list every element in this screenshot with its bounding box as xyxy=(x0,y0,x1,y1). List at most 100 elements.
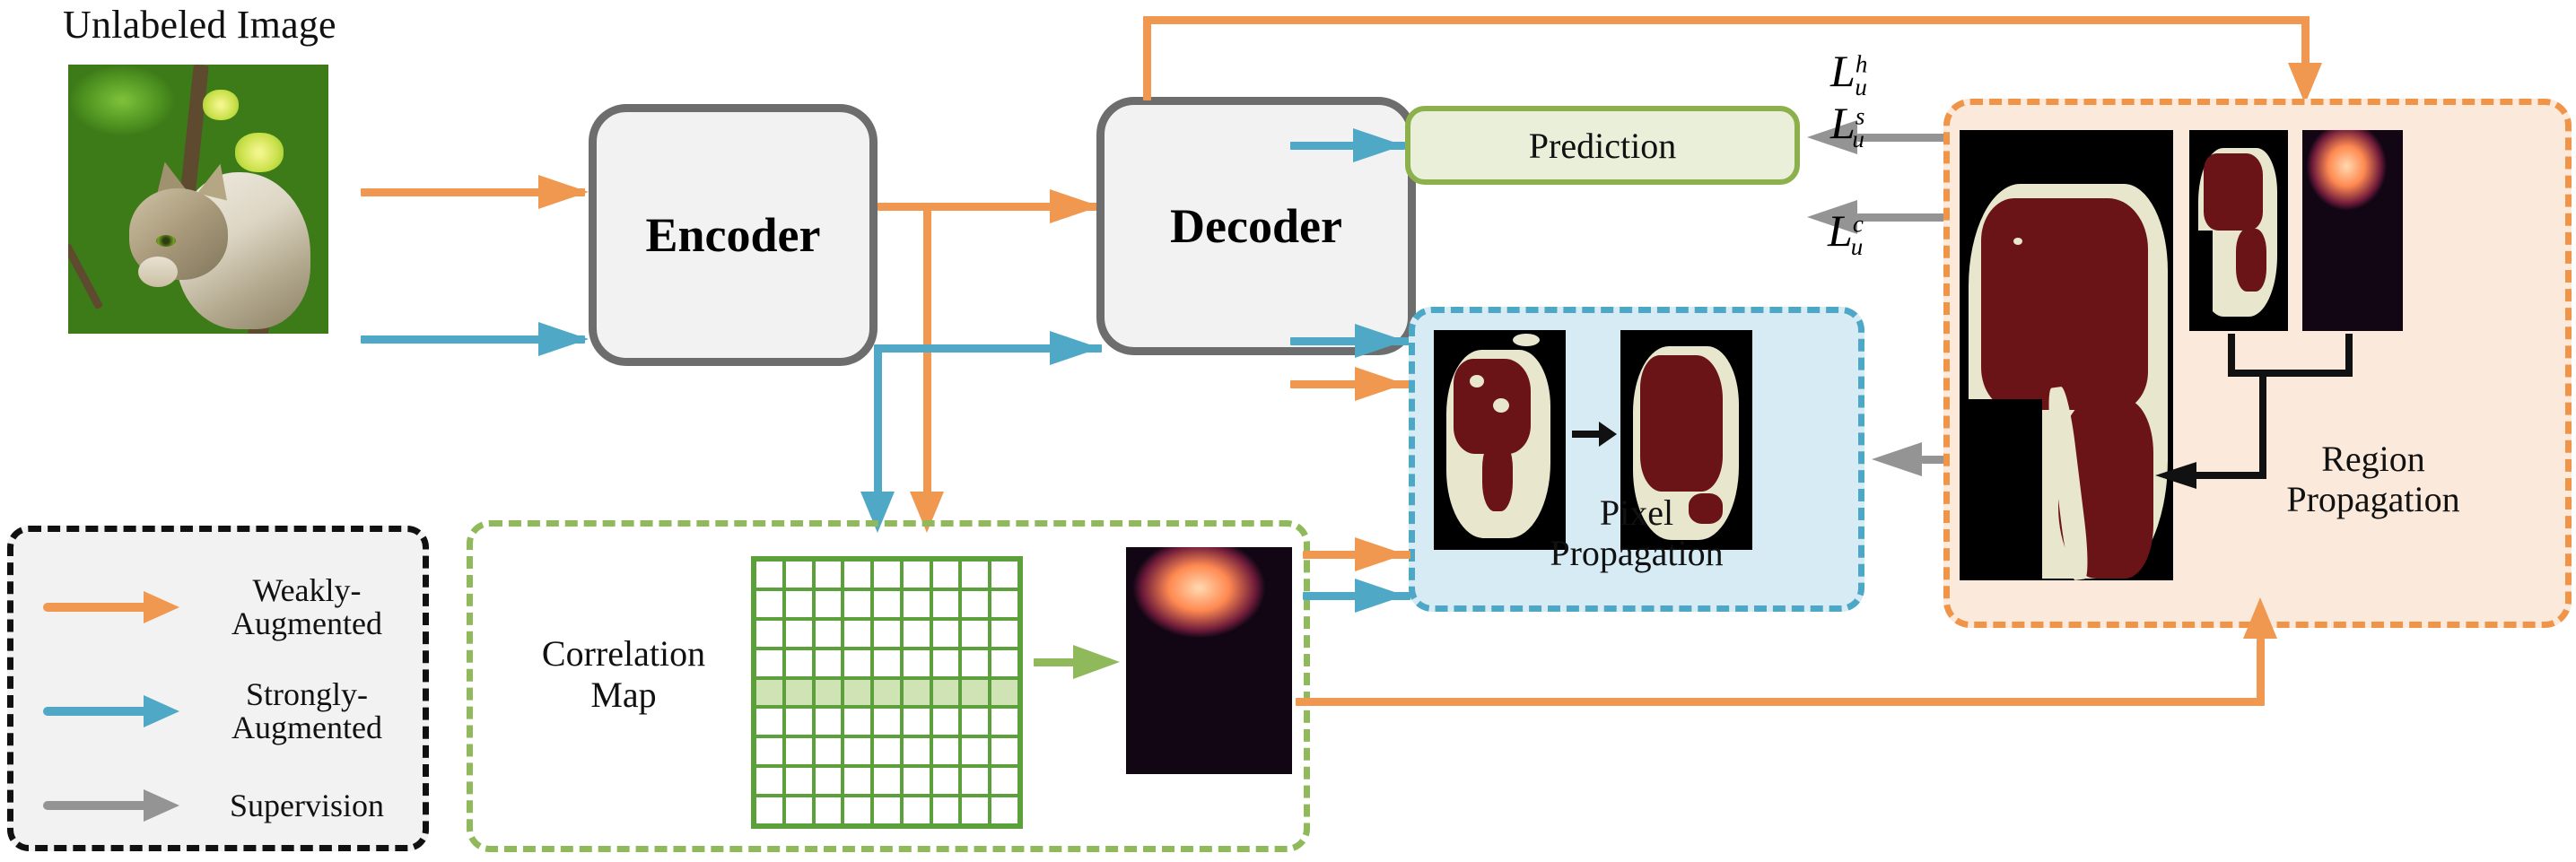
correlation-grid-cell xyxy=(843,648,873,678)
correlation-grid-cell xyxy=(960,648,991,678)
correlation-grid-cell xyxy=(843,707,873,737)
legend-label-strong: Strongly- Augmented xyxy=(190,678,424,744)
diagram-canvas: Unlabeled Image Encoder Decoder Predicti… xyxy=(0,0,2576,862)
correlation-grid-cell xyxy=(990,677,1019,708)
correlation-grid-cell xyxy=(901,648,931,678)
correlation-grid-cell xyxy=(813,796,843,825)
correlation-grid-cell xyxy=(755,648,784,678)
correlation-grid-cell xyxy=(755,677,784,708)
correlation-grid-cell xyxy=(901,588,931,619)
correlation-grid-cell xyxy=(813,618,843,649)
loss-label-corr: Lcu xyxy=(1828,205,1864,261)
correlation-grid-cell xyxy=(872,618,902,649)
correlation-grid-cell xyxy=(960,677,991,708)
correlation-grid-cell xyxy=(843,677,873,708)
legend-label-strong-line2: Augmented xyxy=(231,709,382,745)
correlation-grid-cell xyxy=(843,618,873,649)
correlation-grid-cell xyxy=(930,560,961,589)
legend-item-supervision: Supervision xyxy=(43,789,424,823)
correlation-grid-cell xyxy=(960,707,991,737)
correlation-grid-cell xyxy=(901,796,931,825)
correlation-grid-cell xyxy=(930,618,961,649)
correlation-grid-cell xyxy=(813,560,843,589)
pixel-propagation-label-line2: Propagation xyxy=(1550,532,1724,573)
correlation-grid-cell xyxy=(990,796,1019,825)
correlation-grid-cell xyxy=(901,707,931,737)
loss-subscript: u xyxy=(1850,232,1864,260)
correlation-grid-cell xyxy=(901,677,931,708)
correlation-grid-cell xyxy=(813,588,843,619)
correlation-grid-cell xyxy=(930,588,961,619)
correlation-grid-cell xyxy=(783,618,814,649)
correlation-grid-cell xyxy=(960,588,991,619)
correlation-grid-cell xyxy=(872,588,902,619)
correlation-grid-cell xyxy=(960,560,991,589)
correlation-grid-cell xyxy=(990,648,1019,678)
loss-subscript: u xyxy=(1852,125,1864,152)
correlation-grid-cell xyxy=(990,736,1019,767)
correlation-grid-cell xyxy=(755,588,784,619)
correlation-map-grid[interactable] xyxy=(751,556,1023,829)
correlation-grid-cell xyxy=(783,766,814,797)
loss-label-soft: Lsu xyxy=(1830,97,1864,153)
correlation-grid-cell xyxy=(960,766,991,797)
correlation-grid-cell xyxy=(990,560,1019,589)
correlation-grid-cell xyxy=(783,560,814,589)
correlation-grid-cell xyxy=(755,796,784,825)
correlation-grid-cell xyxy=(843,796,873,825)
correlation-grid-cell xyxy=(960,796,991,825)
correlation-grid-cell xyxy=(755,618,784,649)
loss-symbol: L xyxy=(1830,46,1856,96)
correlation-grid-cell xyxy=(872,677,902,708)
correlation-grid-cell xyxy=(960,618,991,649)
region-prop-mask-input xyxy=(2189,130,2288,331)
encoder-block[interactable]: Encoder xyxy=(589,104,878,366)
correlation-grid-cell xyxy=(930,796,961,825)
region-propagation-label: Region Propagation xyxy=(2225,439,2521,520)
legend-label-weak: Weakly- Augmented xyxy=(190,574,424,640)
correlation-grid-cell xyxy=(901,766,931,797)
correlation-map-label-line1: Correlation xyxy=(541,633,706,674)
correlation-grid-cell xyxy=(872,707,902,737)
correlation-grid-cell xyxy=(901,560,931,589)
page-title: Unlabeled Image xyxy=(63,3,336,47)
region-propagation-label-line2: Propagation xyxy=(2286,478,2460,519)
correlation-grid-cell xyxy=(843,560,873,589)
correlation-grid-cell xyxy=(843,766,873,797)
correlation-map-heatmap-output xyxy=(1126,547,1292,774)
correlation-grid-cell xyxy=(872,560,902,589)
correlation-grid-cell xyxy=(872,648,902,678)
correlation-grid-cell xyxy=(783,677,814,708)
correlation-grid-cell xyxy=(813,677,843,708)
legend-label-weak-line1: Weakly- xyxy=(252,572,362,608)
correlation-grid-cell xyxy=(930,736,961,767)
correlation-grid-cell xyxy=(901,618,931,649)
correlation-grid-cell xyxy=(872,736,902,767)
region-prop-heatmap-input xyxy=(2302,130,2403,331)
correlation-grid-cell xyxy=(813,766,843,797)
pixel-propagation-label-line1: Pixel xyxy=(1599,492,1674,533)
correlation-grid-cell xyxy=(843,588,873,619)
correlation-grid-cell xyxy=(990,766,1019,797)
correlation-grid-cell xyxy=(813,648,843,678)
correlation-grid-cell xyxy=(755,766,784,797)
region-prop-final-mask xyxy=(1960,130,2173,580)
prediction-block[interactable]: Prediction xyxy=(1405,106,1800,185)
loss-label-hard: Lhu xyxy=(1830,45,1867,101)
pixel-propagation-label: Pixel Propagation xyxy=(1409,492,1864,574)
correlation-grid-cell xyxy=(755,707,784,737)
correlation-grid-cell xyxy=(872,766,902,797)
correlation-grid-cell xyxy=(930,766,961,797)
region-propagation-label-line1: Region xyxy=(2321,439,2425,479)
correlation-grid-cell xyxy=(990,588,1019,619)
correlation-grid-cell xyxy=(783,796,814,825)
correlation-grid-cell xyxy=(930,677,961,708)
legend-label-weak-line2: Augmented xyxy=(231,605,382,641)
correlation-grid-cell xyxy=(783,736,814,767)
legend-label-strong-line1: Strongly- xyxy=(245,676,368,712)
correlation-grid-cell xyxy=(872,796,902,825)
correlation-map-label: Correlation Map xyxy=(511,633,736,715)
correlation-grid-cell xyxy=(990,618,1019,649)
correlation-map-label-line2: Map xyxy=(590,674,657,715)
correlation-grid-cell xyxy=(930,707,961,737)
